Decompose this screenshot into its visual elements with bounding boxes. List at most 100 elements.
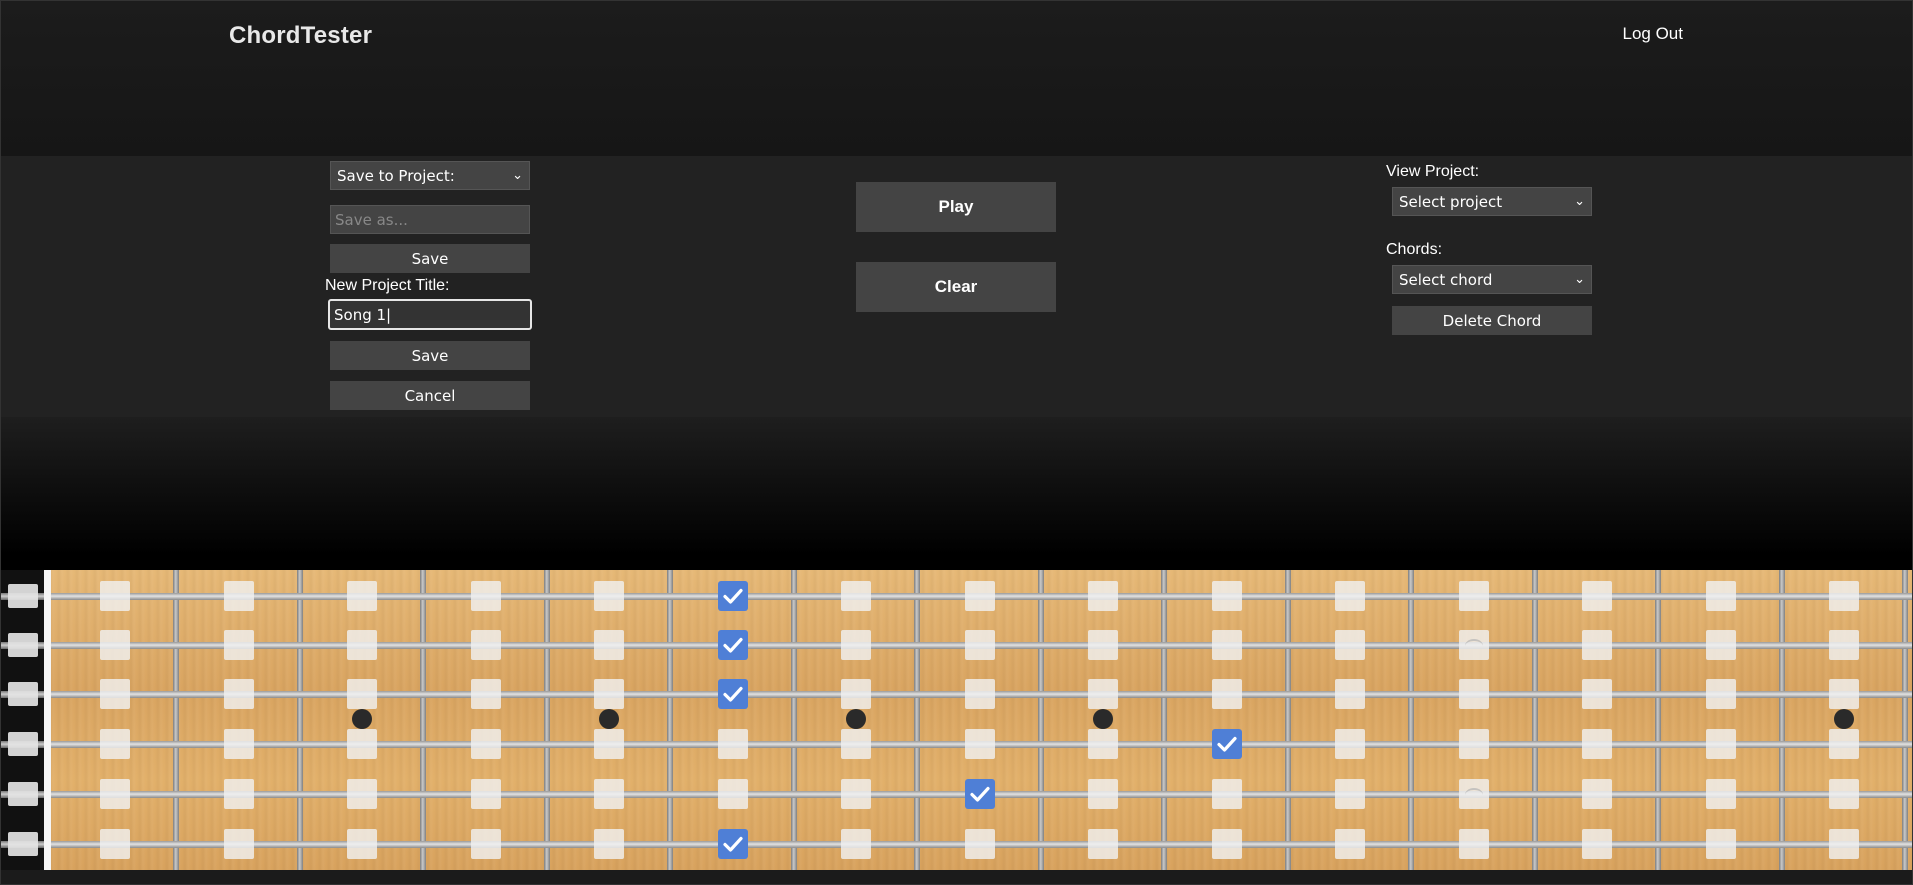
fret-checkbox[interactable] — [470, 581, 501, 611]
fret-checkbox[interactable] — [594, 779, 624, 809]
fret-checkbox[interactable] — [100, 829, 130, 859]
fret-checkbox[interactable] — [1211, 679, 1242, 709]
fret-checkbox[interactable] — [1705, 729, 1736, 759]
fret-checkbox[interactable] — [594, 679, 624, 709]
save-new-project-button[interactable]: Save — [330, 341, 530, 370]
fret-checkbox[interactable] — [717, 729, 748, 759]
fret-checkbox[interactable] — [964, 581, 995, 611]
fret-checkbox[interactable] — [223, 829, 254, 859]
fret-checkbox[interactable] — [223, 729, 254, 759]
fret-checkbox[interactable] — [1335, 679, 1365, 709]
fret-checkbox[interactable] — [1582, 829, 1612, 859]
fret-checkbox[interactable] — [594, 630, 624, 660]
fret-checkbox[interactable] — [717, 630, 748, 660]
fret-checkbox[interactable] — [717, 779, 748, 809]
fret-checkbox[interactable] — [1088, 581, 1118, 611]
fret-checkbox[interactable] — [594, 581, 624, 611]
fret-checkbox[interactable] — [717, 581, 748, 611]
save-to-project-select[interactable]: Save to Project: ⌄ — [330, 161, 530, 190]
fret-checkbox[interactable] — [347, 581, 377, 611]
fret-checkbox[interactable] — [347, 779, 377, 809]
fret-checkbox[interactable] — [841, 779, 871, 809]
fret-checkbox[interactable] — [1582, 630, 1612, 660]
fret-checkbox[interactable] — [1211, 581, 1242, 611]
fret-checkbox[interactable] — [1335, 729, 1365, 759]
fret-checkbox[interactable] — [964, 630, 995, 660]
fret-checkbox[interactable] — [1335, 630, 1365, 660]
fret-checkbox[interactable] — [223, 779, 254, 809]
fret-checkbox[interactable] — [1088, 729, 1118, 759]
fret-checkbox[interactable] — [1335, 829, 1365, 859]
cancel-button[interactable]: Cancel — [330, 381, 530, 410]
clear-button[interactable]: Clear — [856, 262, 1056, 312]
fret-checkbox[interactable] — [1458, 581, 1489, 611]
fret-checkbox[interactable] — [964, 679, 995, 709]
fret-checkbox[interactable] — [1211, 729, 1242, 759]
fret-checkbox[interactable] — [100, 779, 130, 809]
fret-checkbox[interactable] — [1582, 729, 1612, 759]
new-project-title-input[interactable]: Song 1 | — [328, 299, 532, 330]
fret-checkbox[interactable] — [1088, 779, 1118, 809]
fret-checkbox[interactable] — [1705, 581, 1736, 611]
fret-checkbox[interactable] — [1211, 779, 1242, 809]
fret-checkbox[interactable] — [347, 630, 377, 660]
fret-checkbox[interactable] — [717, 829, 748, 859]
fret-checkbox[interactable] — [964, 829, 995, 859]
fret-checkbox[interactable] — [223, 581, 254, 611]
fret-checkbox[interactable] — [347, 729, 377, 759]
play-button[interactable]: Play — [856, 182, 1056, 232]
fret-checkbox[interactable] — [1829, 581, 1859, 611]
fret-checkbox[interactable] — [100, 630, 130, 660]
save-as-input[interactable]: Save as... — [330, 205, 530, 234]
fret-checkbox[interactable] — [1458, 779, 1489, 809]
fret-checkbox[interactable] — [841, 630, 871, 660]
fret-checkbox[interactable] — [470, 679, 501, 709]
fret-checkbox[interactable] — [100, 679, 130, 709]
fret-checkbox[interactable] — [1211, 630, 1242, 660]
fret-checkbox[interactable] — [470, 829, 501, 859]
chord-select[interactable]: Select chord ⌄ — [1392, 265, 1592, 294]
fret-checkbox[interactable] — [1705, 630, 1736, 660]
fret-checkbox[interactable] — [1829, 679, 1859, 709]
fret-checkbox[interactable] — [964, 779, 995, 809]
logout-link[interactable]: Log Out — [1623, 24, 1684, 44]
fret-checkbox[interactable] — [1088, 829, 1118, 859]
fret-checkbox[interactable] — [1458, 829, 1489, 859]
view-project-select[interactable]: Select project ⌄ — [1392, 187, 1592, 216]
fret-checkbox[interactable] — [594, 829, 624, 859]
fret-checkbox[interactable] — [223, 679, 254, 709]
fret-checkbox[interactable] — [1458, 679, 1489, 709]
save-button[interactable]: Save — [330, 244, 530, 273]
fret-checkbox[interactable] — [347, 679, 377, 709]
fret-checkbox[interactable] — [1458, 630, 1489, 660]
fret-checkbox[interactable] — [470, 729, 501, 759]
fret-checkbox[interactable] — [841, 729, 871, 759]
fret-checkbox[interactable] — [470, 779, 501, 809]
fret-checkbox[interactable] — [1211, 829, 1242, 859]
fret-checkbox[interactable] — [1582, 779, 1612, 809]
fret-checkbox[interactable] — [470, 630, 501, 660]
fret-checkbox[interactable] — [1458, 729, 1489, 759]
fret-checkbox[interactable] — [1088, 679, 1118, 709]
fret-checkbox[interactable] — [841, 679, 871, 709]
fret-checkbox[interactable] — [347, 829, 377, 859]
fret-checkbox[interactable] — [100, 729, 130, 759]
fret-checkbox[interactable] — [1088, 630, 1118, 660]
fret-checkbox[interactable] — [100, 581, 130, 611]
delete-chord-button[interactable]: Delete Chord — [1392, 306, 1592, 335]
fret-checkbox[interactable] — [223, 630, 254, 660]
fret-checkbox[interactable] — [964, 729, 995, 759]
fret-checkbox[interactable] — [841, 829, 871, 859]
fret-checkbox[interactable] — [1829, 779, 1859, 809]
fret-checkbox[interactable] — [841, 581, 871, 611]
fret-checkbox[interactable] — [1829, 829, 1859, 859]
fret-checkbox[interactable] — [717, 679, 748, 709]
fret-checkbox[interactable] — [1705, 779, 1736, 809]
fret-checkbox[interactable] — [594, 729, 624, 759]
fret-checkbox[interactable] — [1582, 581, 1612, 611]
fret-checkbox[interactable] — [1335, 581, 1365, 611]
brand-logo[interactable]: ChordTester — [229, 22, 372, 50]
fret-checkbox[interactable] — [1829, 630, 1859, 660]
fret-checkbox[interactable] — [1335, 779, 1365, 809]
fret-checkbox[interactable] — [1582, 679, 1612, 709]
